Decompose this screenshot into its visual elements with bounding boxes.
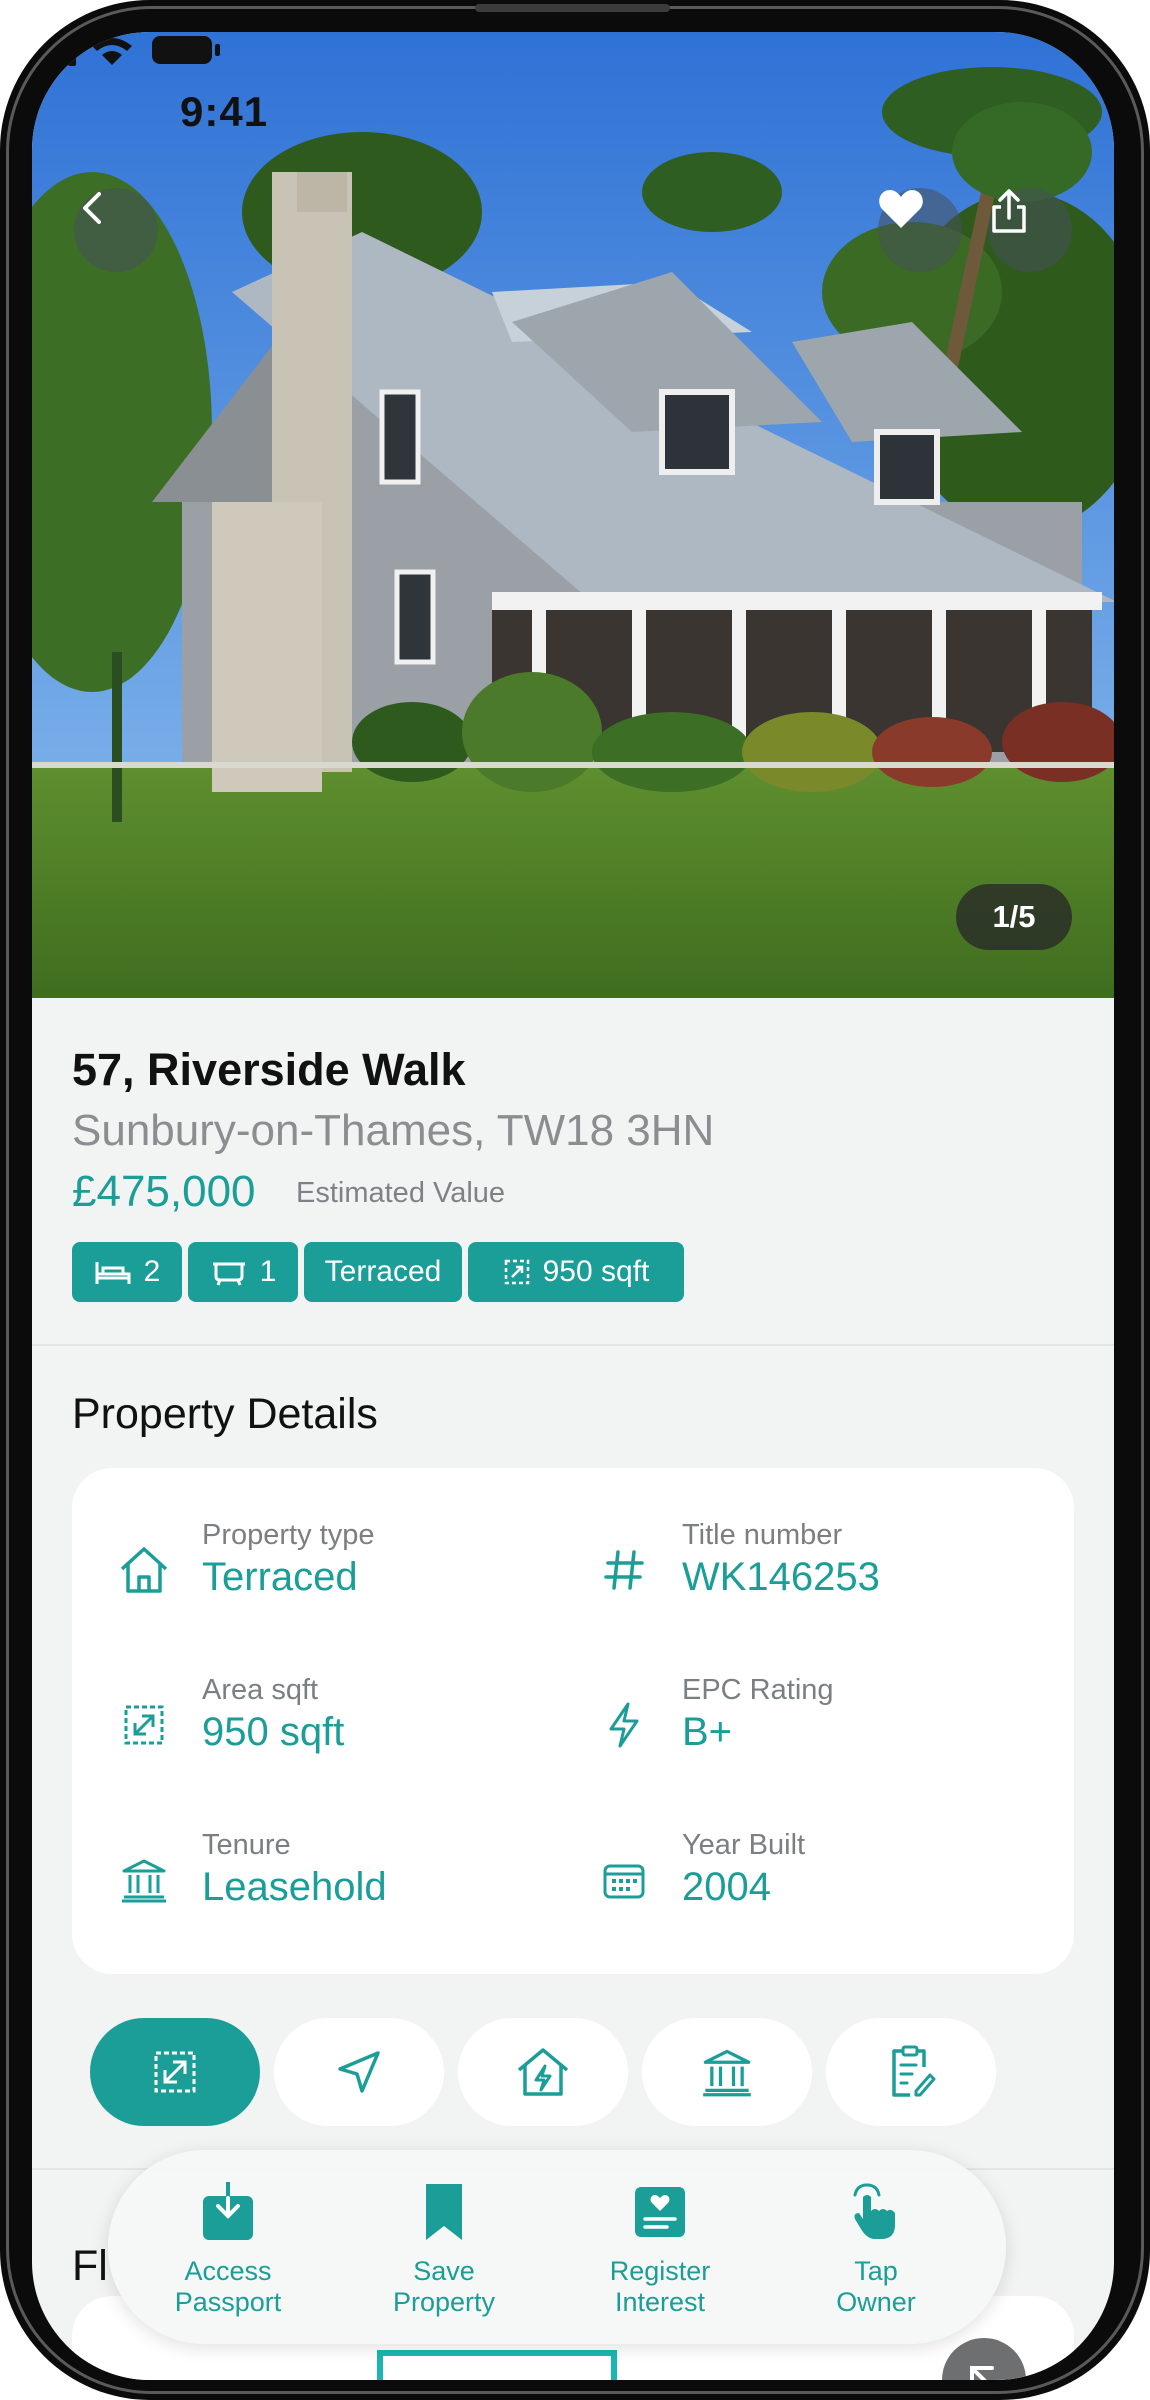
action-label-line1: Register <box>609 2256 711 2286</box>
chip-bathrooms: 1 <box>188 1242 298 1302</box>
arrow-up-left-icon <box>970 2366 994 2380</box>
property-title: 57, Riverside Walk <box>72 1044 466 1095</box>
detail-value: Leasehold <box>202 1865 387 1909</box>
detail-label: EPC Rating <box>682 1674 834 1706</box>
screen: 9:41 1/5 57, Riverside Walk Sunbury-on-T… <box>32 32 1114 2380</box>
property-photo[interactable]: 9:41 1/5 <box>32 32 1114 998</box>
detail-label: Area sqft <box>202 1674 319 1706</box>
tab-area[interactable] <box>90 2018 260 2126</box>
tap-hand-icon <box>847 2180 905 2244</box>
detail-area: Area sqft 950 sqft <box>112 1673 344 1757</box>
register-interest-button[interactable]: Register Interest <box>560 2150 760 2344</box>
chip-bedrooms-label: 2 <box>143 1255 161 1288</box>
status-time: 9:41 <box>180 88 269 135</box>
status-icons <box>32 32 220 66</box>
navigation-icon <box>338 2051 380 2093</box>
bookmark-icon <box>424 2180 464 2244</box>
section-divider <box>32 1344 1114 1346</box>
chip-bathrooms-label: 1 <box>259 1255 277 1288</box>
detail-value: Terraced <box>202 1555 358 1599</box>
detail-tenure: Tenure Leasehold <box>112 1828 387 1912</box>
photo-counter: 1/5 <box>956 884 1072 950</box>
tap-owner-button[interactable]: Tap Owner <box>776 2150 976 2344</box>
price-note: Estimated Value <box>296 1177 506 1209</box>
house-photo-illustration <box>32 32 1114 998</box>
action-label-line2: Owner <box>836 2287 916 2317</box>
area-icon <box>504 1259 529 1285</box>
hash-icon <box>592 1538 656 1602</box>
property-location: Sunbury-on-Thames, TW18 3HN <box>72 1106 715 1155</box>
lightning-icon <box>592 1693 656 1757</box>
tab-documents[interactable] <box>826 2018 996 2126</box>
detail-value: B+ <box>682 1710 733 1754</box>
favorite-button[interactable] <box>878 188 962 272</box>
area-icon <box>154 2051 196 2093</box>
detail-value: 2004 <box>682 1865 771 1909</box>
property-price: £475,000 <box>72 1167 256 1216</box>
download-icon <box>201 2180 255 2244</box>
chevron-left-icon <box>83 192 101 224</box>
detail-epc: EPC Rating B+ <box>592 1673 834 1757</box>
detail-year-built: Year Built 2004 <box>592 1828 805 1912</box>
tab-energy[interactable] <box>458 2018 628 2126</box>
chip-area-label: 950 sqft <box>542 1255 650 1288</box>
bath-icon <box>212 1262 245 1286</box>
phone-frame: 9:41 1/5 57, Riverside Walk Sunbury-on-T… <box>0 0 1150 2400</box>
action-label-line1: Save <box>413 2256 475 2286</box>
detail-label: Title number <box>682 1519 843 1551</box>
detail-title-number: Title number WK146253 <box>592 1518 880 1602</box>
bank-icon <box>112 1848 176 1912</box>
scroll-top-button[interactable] <box>942 2338 1026 2380</box>
detail-label: Property type <box>202 1519 375 1551</box>
house-icon <box>112 1538 176 1602</box>
chip-bedrooms: 2 <box>72 1242 182 1302</box>
action-label-line1: Access <box>184 2256 272 2286</box>
bed-icon <box>95 1262 131 1284</box>
action-bar: Access Passport Save Property Register I… <box>108 2150 1006 2344</box>
detail-value: WK146253 <box>682 1555 880 1599</box>
tab-tenure[interactable] <box>642 2018 812 2126</box>
chip-type-label: Terraced <box>324 1255 442 1288</box>
house-energy-icon <box>517 2048 569 2096</box>
detail-label: Year Built <box>682 1829 806 1861</box>
property-details-card: Property type Terraced Title number WK14… <box>72 1468 1074 1974</box>
save-property-button[interactable]: Save Property <box>344 2150 544 2344</box>
action-label-line2: Passport <box>174 2287 282 2317</box>
detail-value: 950 sqft <box>202 1710 345 1754</box>
chip-type: Terraced <box>304 1242 462 1302</box>
share-button[interactable] <box>988 188 1072 272</box>
action-label-line2: Property <box>392 2287 496 2317</box>
floorplan-preview <box>377 2350 617 2380</box>
calendar-icon <box>592 1848 656 1912</box>
back-button[interactable] <box>74 188 158 272</box>
heart-icon <box>879 190 923 228</box>
property-details-title: Property Details <box>72 1390 378 1438</box>
clipboard-edit-icon <box>892 2045 936 2097</box>
heart-card-icon <box>633 2180 687 2244</box>
speaker-grille <box>475 4 670 12</box>
action-label-line2: Interest <box>614 2287 706 2317</box>
area-icon <box>112 1693 176 1757</box>
floorplan-section-title: Fl <box>72 2242 108 2290</box>
bank-icon <box>703 2049 751 2097</box>
action-label-line1: Tap <box>854 2256 898 2286</box>
tab-location[interactable] <box>274 2018 444 2126</box>
chip-area: 950 sqft <box>468 1242 684 1302</box>
access-passport-button[interactable]: Access Passport <box>128 2150 328 2344</box>
share-icon <box>992 189 1026 233</box>
detail-property-type: Property type Terraced <box>112 1518 374 1602</box>
detail-label: Tenure <box>202 1829 291 1861</box>
